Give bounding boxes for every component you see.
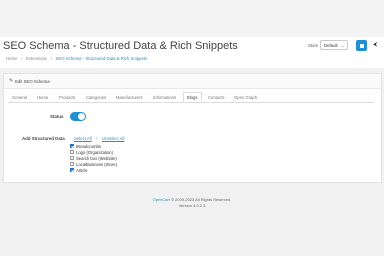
tab-categories[interactable]: Categories bbox=[86, 95, 106, 100]
edit-panel: ✎ Edit SEO Schema bbox=[3, 73, 382, 183]
save-icon bbox=[359, 43, 364, 48]
breadcrumb-extensions[interactable]: Extensions bbox=[26, 56, 47, 61]
checkbox[interactable] bbox=[70, 144, 74, 148]
breadcrumb-home[interactable]: Home bbox=[6, 56, 17, 61]
tab-contacts[interactable]: Contacts bbox=[208, 95, 225, 100]
tab-blogs[interactable]: Blogs bbox=[187, 95, 197, 100]
option-label: Logo (Organization) bbox=[76, 149, 114, 155]
save-button[interactable] bbox=[356, 40, 367, 51]
panel-heading-text: Edit SEO Schema bbox=[15, 79, 50, 84]
breadcrumb-separator: > bbox=[20, 56, 23, 61]
panel-heading: ✎ Edit SEO Schema bbox=[4, 74, 381, 89]
checkbox[interactable] bbox=[70, 156, 74, 160]
toggle-knob bbox=[78, 113, 85, 120]
option-label: Article bbox=[76, 167, 88, 173]
checkbox[interactable] bbox=[70, 162, 74, 166]
status-label: Status bbox=[50, 114, 64, 119]
option-label: Breadcrumbs bbox=[76, 143, 101, 149]
store-select[interactable]: Default ⌵ bbox=[320, 40, 348, 50]
option-label: LocalBusiness (Store) bbox=[76, 161, 117, 167]
top-spacer bbox=[0, 0, 384, 37]
breadcrumb-separator: > bbox=[50, 56, 53, 61]
footer-brand-link[interactable]: OpenCart bbox=[153, 197, 170, 202]
pencil-icon: ✎ bbox=[9, 78, 14, 84]
store-select-value: Default bbox=[324, 43, 338, 48]
link-separator: / bbox=[96, 136, 98, 141]
footer-copyright: OpenCart © 2009-2023 All Rights Reserved… bbox=[0, 197, 384, 202]
tab-divider bbox=[8, 102, 374, 103]
breadcrumb-current[interactable]: SEO Schema - Structured Data & Rich Snip… bbox=[56, 56, 148, 61]
option-label: Search box (WebSite) bbox=[76, 155, 117, 161]
structured-data-label: Add Structured Data bbox=[22, 136, 65, 141]
tab-manufacturers[interactable]: Manufacturers bbox=[116, 95, 143, 100]
footer-version: Version 4.0.2.3 bbox=[178, 203, 206, 208]
tab-home[interactable]: Home bbox=[37, 95, 48, 100]
store-label: Store bbox=[308, 43, 319, 48]
tab-products[interactable]: Products bbox=[59, 95, 76, 100]
checkbox[interactable] bbox=[70, 168, 74, 172]
footer-copyright-text: © 2009-2023 All Rights Reserved. bbox=[171, 197, 232, 202]
back-button[interactable]: ⮜ bbox=[371, 40, 382, 51]
reply-icon: ⮜ bbox=[373, 42, 378, 48]
page-title: SEO Schema - Structured Data & Rich Snip… bbox=[3, 40, 238, 52]
tab-general[interactable]: General bbox=[12, 95, 27, 100]
unselect-all-link[interactable]: Unselect All bbox=[102, 136, 124, 141]
tab-informations[interactable]: Informations bbox=[153, 95, 176, 100]
select-all-link[interactable]: Select All bbox=[74, 136, 92, 141]
checkbox[interactable] bbox=[70, 150, 74, 154]
chevron-down-icon: ⌵ bbox=[340, 43, 344, 48]
tab-open-graph[interactable]: Open Graph bbox=[234, 95, 257, 100]
status-toggle[interactable] bbox=[70, 112, 86, 121]
breadcrumb: Home > Extensions > SEO Schema - Structured … bbox=[6, 56, 147, 61]
